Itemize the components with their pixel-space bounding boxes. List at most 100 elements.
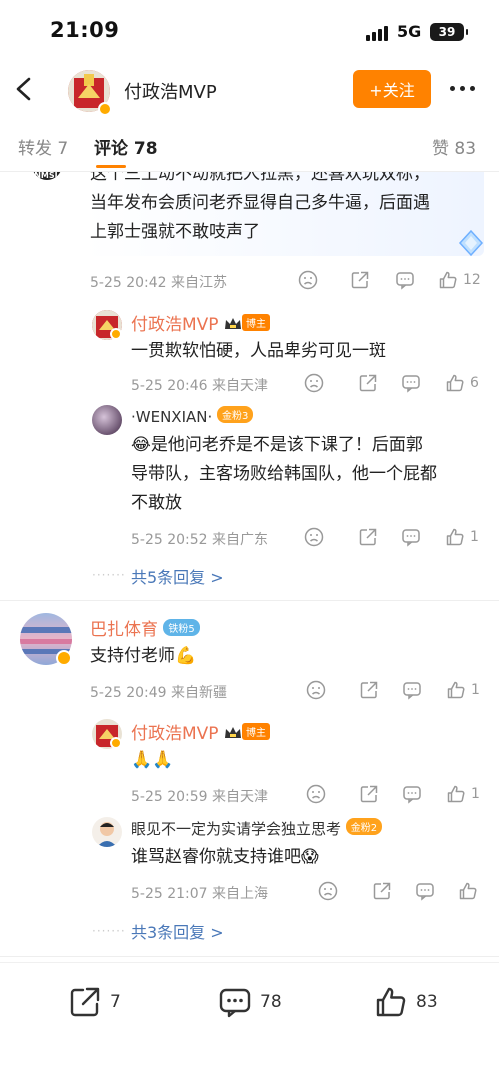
repost-button[interactable]: 7: [68, 985, 121, 1019]
share-button[interactable]: [359, 680, 379, 700]
frown-icon: [304, 373, 324, 393]
like-count: 12: [463, 272, 481, 288]
thumbs-up-icon: [447, 681, 465, 699]
comment-icon: [403, 786, 421, 804]
page-title: 付政浩MVP: [124, 82, 217, 103]
dislike-button[interactable]: [304, 527, 324, 547]
crown-icon: [224, 318, 241, 329]
reply-text[interactable]: 一贯欺软怕硬，人品卑劣可见一斑: [131, 337, 386, 366]
avatar[interactable]: [92, 405, 122, 435]
tab-repost[interactable]: 转发 7: [18, 134, 68, 159]
reply-button[interactable]: [415, 881, 435, 901]
frown-icon: [318, 881, 338, 901]
comment-text[interactable]: 这个三土动不动就把人拉黑，还喜欢玩双标， 当年发布会质问老乔显得自己多牛逼，后面…: [90, 172, 430, 247]
like-button[interactable]: 6: [445, 373, 479, 393]
reply-meta: 5-25 21:07 来自上海: [131, 886, 269, 902]
nav-bar: 付政浩MVP +关注: [0, 62, 499, 118]
like-button[interactable]: 1: [446, 680, 480, 700]
share-button[interactable]: [350, 270, 370, 290]
comment-text[interactable]: 支持付老师💪: [90, 642, 196, 671]
author-name: 巴扎体育: [90, 620, 158, 640]
signal-icon: [366, 26, 388, 41]
battery-level: 39: [438, 25, 456, 39]
reply-meta: 5-25 20:52 来自广东: [131, 532, 269, 548]
comment-icon: [402, 529, 420, 547]
reply-line: 导带队，主客场败给韩国队，他一个屁都: [131, 464, 437, 484]
reply-button[interactable]: [401, 373, 421, 393]
reply-button[interactable]: [402, 680, 422, 700]
like-button[interactable]: 1: [445, 527, 479, 547]
back-button[interactable]: [10, 74, 40, 104]
like-count: 6: [470, 375, 479, 391]
reply-author[interactable]: 眼见不一定为实请学会独立思考 金粉2: [131, 818, 383, 839]
frown-icon: [306, 680, 326, 700]
dislike-button[interactable]: [306, 784, 326, 804]
thumbs-up-icon: [439, 271, 457, 289]
avatar-image: [97, 822, 117, 847]
comment-author[interactable]: 巴扎体育 铁粉5: [90, 615, 200, 640]
like-count: 83: [416, 992, 438, 1012]
avatar[interactable]: NMSL: [32, 172, 62, 180]
verified-badge-icon: [56, 650, 72, 666]
reply-author[interactable]: 付政浩MVP 博主: [131, 719, 270, 744]
frown-icon: [304, 527, 324, 547]
reply-line: 谁骂赵睿你就支持谁吧: [131, 847, 301, 867]
network-label: 5G: [397, 22, 422, 41]
comment-button[interactable]: 78: [218, 985, 282, 1019]
reply-button[interactable]: [402, 784, 422, 804]
reply-text[interactable]: 谁骂赵睿你就支持谁吧😱: [131, 843, 319, 872]
reply-text[interactable]: 😂是他问老乔是不是该下课了！后面郭 导带队，主客场败给韩国队，他一个屁都 不敢放: [131, 431, 437, 518]
reply-button[interactable]: [401, 527, 421, 547]
reply-button[interactable]: [395, 270, 415, 290]
active-tab-indicator: [96, 165, 126, 168]
tab-comment[interactable]: 评论 78: [94, 134, 158, 159]
share-button[interactable]: [358, 373, 378, 393]
divider-dots: ·······: [92, 568, 126, 582]
like-button[interactable]: [458, 881, 483, 901]
dislike-button[interactable]: [306, 680, 326, 700]
crown-icon: [224, 727, 241, 738]
author-name: 付政浩MVP: [131, 315, 219, 335]
share-button[interactable]: [359, 784, 379, 804]
follow-button[interactable]: +关注: [353, 70, 431, 108]
comment-line: 支持付老师: [90, 646, 175, 666]
like-button[interactable]: 83: [374, 985, 438, 1019]
author-name: 付政浩MVP: [131, 724, 219, 744]
status-bar: 21:09 5G 39: [0, 0, 499, 62]
comment-meta: 5-25 20:49 来自新疆: [90, 685, 228, 701]
reply-author[interactable]: 付政浩MVP 博主: [131, 310, 270, 335]
comment-meta: 5-25 20:42 来自江苏: [90, 275, 228, 291]
reply-line: 不敢放: [131, 493, 182, 513]
dislike-button[interactable]: [304, 373, 324, 393]
dislike-button[interactable]: [298, 270, 318, 290]
more-options-icon[interactable]: [450, 86, 475, 91]
tab-like[interactable]: 赞 83: [432, 134, 476, 159]
repost-count: 7: [110, 992, 121, 1012]
repost-icon: [70, 987, 100, 1017]
like-button[interactable]: 1: [446, 784, 480, 804]
dislike-button[interactable]: [318, 881, 338, 901]
thumbs-up-icon: [447, 785, 465, 803]
more-replies-link[interactable]: 共5条回复 >: [131, 564, 224, 588]
share-button[interactable]: [372, 881, 392, 901]
comment-list[interactable]: NMSL 这个三土动不动就把人拉黑，还喜欢玩双标， 当年发布会质问老乔显得自己多…: [0, 172, 499, 962]
like-count: 1: [470, 529, 479, 545]
comment-count: 78: [260, 992, 282, 1012]
thumbs-up-icon: [446, 528, 464, 546]
share-icon: [351, 271, 369, 289]
avatar[interactable]: [92, 817, 122, 847]
diamond-icon: [458, 229, 484, 257]
more-replies-link[interactable]: 共3条回复 >: [131, 919, 224, 943]
shocked-emoji-icon: 😱: [301, 847, 319, 867]
frown-icon: [298, 270, 318, 290]
share-button[interactable]: [358, 527, 378, 547]
reply-text[interactable]: 🙏🙏: [131, 746, 173, 775]
fan-badge: 金粉2: [345, 818, 383, 835]
iron-fan-badge: 铁粉5: [163, 619, 200, 636]
avatar-text: NMSL: [34, 172, 60, 180]
reply-author[interactable]: ·WENXIAN· 金粉3: [131, 406, 254, 426]
frown-icon: [306, 784, 326, 804]
reply-line: 是他问老乔是不是该下课了！后面郭: [150, 435, 423, 455]
thumbs-up-icon: [376, 987, 406, 1017]
like-button[interactable]: 12: [438, 270, 481, 290]
